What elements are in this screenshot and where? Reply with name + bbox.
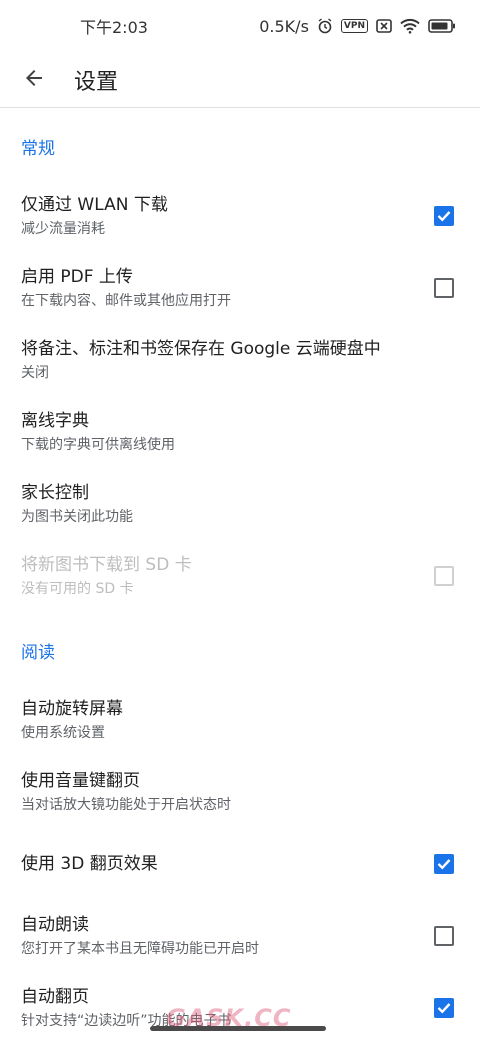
setting-wlan-only[interactable]: 仅通过 WLAN 下载 减少流量消耗	[0, 180, 480, 252]
setting-title: 将备注、标注和书签保存在 Google 云端硬盘中	[21, 339, 381, 359]
settings-list: 常规 仅通过 WLAN 下载 减少流量消耗 启用 PDF 上传 在下载内容、邮件…	[0, 108, 480, 1044]
wlan-checkbox[interactable]	[434, 206, 454, 226]
setting-summary: 为图书关闭此功能	[21, 509, 133, 525]
setting-title: 仅通过 WLAN 下载	[21, 195, 168, 215]
check-icon	[437, 859, 451, 870]
setting-sd-card: 将新图书下载到 SD 卡 没有可用的 SD 卡	[0, 540, 480, 612]
setting-pdf-upload[interactable]: 启用 PDF 上传 在下载内容、邮件或其他应用打开	[0, 252, 480, 324]
alarm-icon	[317, 18, 333, 34]
page-title: 设置	[74, 69, 119, 95]
setting-volume-key-flip[interactable]: 使用音量键翻页 当对话放大镜功能处于开启状态时	[0, 756, 480, 828]
setting-title: 将新图书下载到 SD 卡	[21, 555, 192, 575]
setting-summary: 在下载内容、邮件或其他应用打开	[21, 293, 231, 309]
navigation-handle[interactable]	[150, 1026, 326, 1031]
setting-title: 使用 3D 翻页效果	[21, 854, 158, 874]
3d-flip-checkbox[interactable]	[434, 854, 454, 874]
setting-google-drive[interactable]: 将备注、标注和书签保存在 Google 云端硬盘中 关闭	[0, 324, 480, 396]
sim-off-icon	[376, 19, 392, 33]
auto-read-checkbox[interactable]	[434, 926, 454, 946]
status-bar: 下午2:03 0.5K/s VPN	[0, 0, 480, 52]
setting-parental-control[interactable]: 家长控制 为图书关闭此功能	[0, 468, 480, 540]
setting-summary: 当对话放大镜功能处于开启状态时	[21, 797, 231, 813]
back-button[interactable]	[6, 52, 62, 108]
check-icon	[437, 211, 451, 222]
setting-title: 自动旋转屏幕	[21, 699, 123, 719]
setting-summary: 没有可用的 SD 卡	[21, 581, 134, 597]
check-icon	[437, 1003, 451, 1014]
status-icons: 0.5K/s VPN	[259, 17, 456, 36]
setting-auto-read[interactable]: 自动朗读 您打开了某本书且无障碍功能已开启时	[0, 900, 480, 972]
auto-flip-checkbox[interactable]	[434, 998, 454, 1018]
wifi-icon	[400, 18, 420, 34]
arrow-left-icon	[22, 66, 46, 94]
section-header-reading: 阅读	[21, 642, 55, 663]
network-speed: 0.5K/s	[259, 16, 309, 36]
battery-icon	[428, 19, 456, 33]
setting-title: 家长控制	[21, 483, 89, 503]
setting-summary: 使用系统设置	[21, 725, 105, 741]
setting-3d-flip[interactable]: 使用 3D 翻页效果	[0, 828, 480, 900]
setting-summary: 关闭	[21, 365, 49, 381]
setting-summary: 减少流量消耗	[21, 221, 105, 237]
app-bar: 设置	[0, 52, 480, 108]
setting-summary: 下载的字典可供离线使用	[21, 437, 175, 453]
setting-auto-rotate[interactable]: 自动旋转屏幕 使用系统设置	[0, 684, 480, 756]
vpn-icon: VPN	[340, 19, 368, 33]
section-header-general: 常规	[21, 138, 55, 159]
pdf-checkbox[interactable]	[434, 278, 454, 298]
setting-title: 启用 PDF 上传	[21, 267, 133, 287]
setting-title: 自动朗读	[21, 915, 89, 935]
setting-title: 离线字典	[21, 411, 89, 431]
sd-card-checkbox	[434, 566, 454, 586]
setting-offline-dictionary[interactable]: 离线字典 下载的字典可供离线使用	[0, 396, 480, 468]
setting-summary: 您打开了某本书且无障碍功能已开启时	[21, 941, 259, 957]
status-time: 下午2:03	[80, 18, 148, 37]
setting-title: 使用音量键翻页	[21, 771, 140, 791]
